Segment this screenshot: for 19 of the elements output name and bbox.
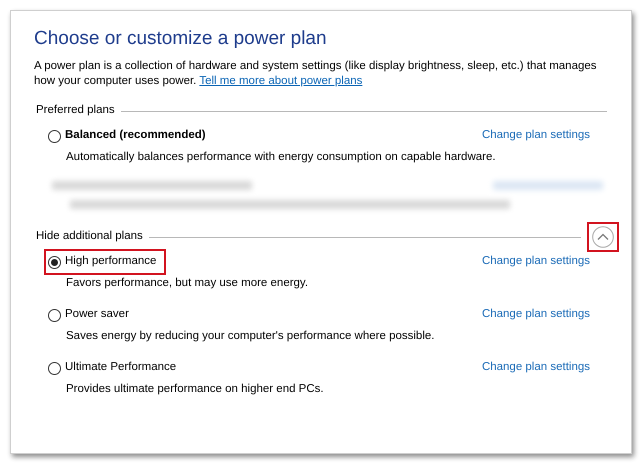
change-plan-settings-link[interactable]: Change plan settings bbox=[482, 127, 590, 145]
section-heading: Preferred plans bbox=[36, 103, 115, 118]
section-heading: Hide additional plans bbox=[36, 229, 143, 244]
change-plan-settings-link[interactable]: Change plan settings bbox=[482, 306, 590, 324]
plan-description: Favors performance, but may use more energy. bbox=[66, 276, 310, 291]
page-title: Choose or customize a power plan bbox=[34, 27, 328, 51]
intro-paragraph: A power plan is a collection of hardware and system settings (like display brightness, sleep, etc.) that manages how your computer uses power. Tell me more about power plans bbox=[34, 59, 598, 89]
plan-radio-option[interactable]: High performance bbox=[44, 249, 166, 275]
change-plan-settings-link[interactable]: Change plan settings bbox=[482, 359, 590, 377]
plan-description: Saves energy by reducing your computer's performance where possible. bbox=[66, 329, 436, 344]
collapse-button[interactable] bbox=[587, 222, 619, 252]
plan-radio-option[interactable]: Ultimate Performance bbox=[44, 355, 186, 381]
plan-radio-option[interactable]: Power saver bbox=[44, 302, 139, 328]
change-plan-settings-link[interactable]: Change plan settings bbox=[482, 253, 590, 271]
plan-radio-option[interactable]: Balanced (recommended) bbox=[44, 123, 216, 149]
learn-more-link[interactable]: Tell me more about power plans bbox=[199, 75, 362, 87]
chevron-up-icon bbox=[592, 226, 614, 248]
plan-description: Automatically balances performance with energy consumption on capable hardware. bbox=[66, 150, 497, 165]
plan-description: Provides ultimate performance on higher end PCs. bbox=[66, 382, 325, 397]
